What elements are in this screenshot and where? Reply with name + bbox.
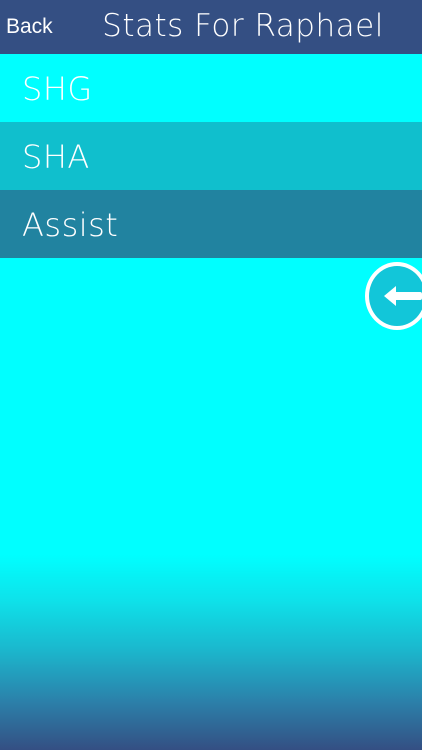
stat-row-sha[interactable]: SHA: [0, 122, 422, 190]
navigation-bar: Back Stats For Raphael: [0, 0, 422, 54]
page-title: Stats For Raphael: [102, 8, 384, 44]
stat-row-label: Assist: [22, 206, 119, 244]
back-button[interactable]: Back: [6, 13, 53, 41]
stat-row-label: SHA: [22, 138, 90, 176]
left-arrow-icon: [384, 286, 422, 306]
stat-row-label: SHG: [22, 70, 93, 108]
stat-row-shg[interactable]: SHG: [0, 54, 422, 122]
back-arrow-button[interactable]: [365, 262, 422, 330]
stat-row-assist[interactable]: Assist: [0, 190, 422, 258]
